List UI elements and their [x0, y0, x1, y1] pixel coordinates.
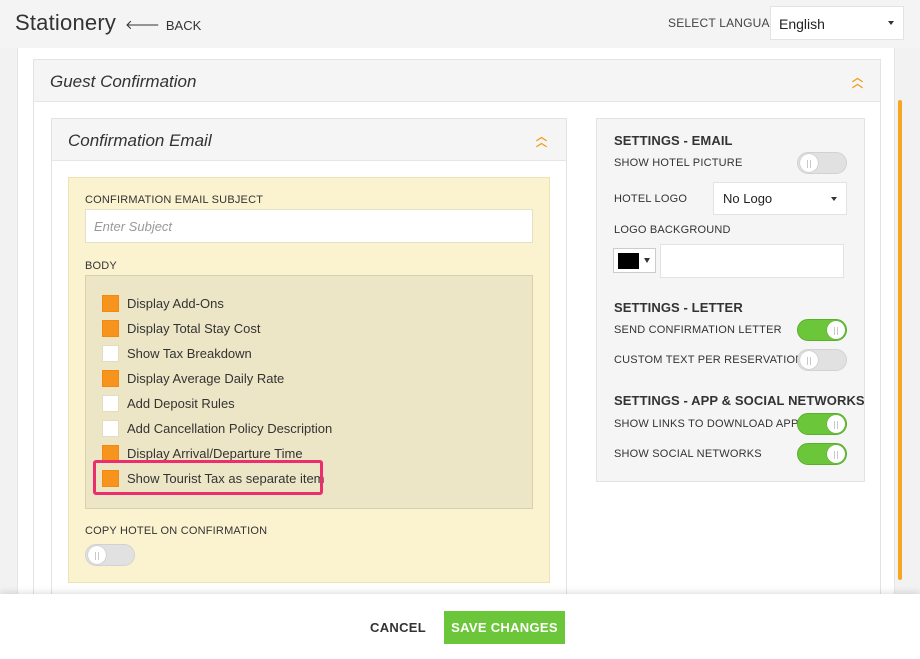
checkbox[interactable] [102, 444, 119, 462]
hotel-logo-label: HOTEL LOGO [614, 193, 688, 205]
back-button[interactable]: 🡐 BACK [125, 17, 201, 33]
option-label: Add Deposit Rules [127, 395, 235, 411]
send-confirmation-letter-toggle[interactable] [797, 319, 847, 341]
checkbox[interactable] [102, 419, 119, 437]
chevron-down-icon [831, 197, 837, 201]
color-picker[interactable] [613, 248, 656, 273]
option-label: Display Total Stay Cost [127, 320, 261, 336]
confirmation-email-title: Confirmation Email [68, 131, 212, 150]
show-links-app-toggle[interactable] [797, 413, 847, 435]
toggle-knob [88, 546, 106, 564]
option-display-total-stay-cost[interactable]: Display Total Stay Cost [102, 319, 260, 337]
option-label: Display Arrival/Departure Time [127, 445, 303, 461]
option-show-tax-breakdown[interactable]: Show Tax Breakdown [102, 344, 252, 362]
subject-label: CONFIRMATION EMAIL SUBJECT [85, 194, 264, 206]
hotel-logo-select[interactable]: No Logo [713, 182, 847, 215]
logo-background-label: LOGO BACKGROUND [614, 224, 731, 236]
settings-app-heading: SETTINGS - APP & SOCIAL NETWORKS [614, 393, 865, 408]
custom-text-toggle[interactable] [797, 349, 847, 371]
toggle-knob [827, 415, 845, 433]
show-links-app-label: SHOW LINKS TO DOWNLOAD APP [614, 418, 799, 430]
language-select[interactable]: English [770, 6, 904, 40]
back-label: BACK [165, 17, 202, 33]
toggle-knob [827, 321, 845, 339]
settings-email-heading: SETTINGS - EMAIL [614, 133, 733, 148]
confirmation-email-header[interactable]: Confirmation Email ︿ ︿ [52, 119, 566, 161]
option-label: Show Tax Breakdown [127, 345, 252, 361]
footer-bar: CANCEL SAVE CHANGES [0, 594, 920, 659]
save-changes-button[interactable]: SAVE CHANGES [444, 611, 565, 644]
send-confirmation-letter-label: SEND CONFIRMATION LETTER [614, 324, 782, 336]
subject-input[interactable]: Enter Subject [85, 209, 533, 243]
scrollbar[interactable] [898, 100, 902, 580]
checkbox[interactable] [102, 394, 119, 412]
settings-letter-heading: SETTINGS - LETTER [614, 300, 743, 315]
option-display-average-daily-rate[interactable]: Display Average Daily Rate [102, 369, 284, 387]
checkbox[interactable] [102, 344, 119, 362]
page-title: Stationery [15, 10, 117, 35]
option-add-cancellation-policy[interactable]: Add Cancellation Policy Description [102, 419, 332, 437]
language-value: English [779, 16, 825, 32]
collapse-icon[interactable]: ︿ ︿ [852, 73, 863, 90]
show-hotel-picture-label: SHOW HOTEL PICTURE [614, 157, 743, 169]
option-add-deposit-rules[interactable]: Add Deposit Rules [102, 394, 235, 412]
option-label: Display Add-Ons [127, 295, 224, 311]
arrow-left-icon: 🡐 [125, 17, 160, 32]
chevron-down-icon [888, 21, 894, 25]
color-swatch [618, 253, 639, 269]
toggle-knob [827, 445, 845, 463]
toggle-knob [800, 154, 818, 172]
highlight-box [93, 460, 323, 495]
subject-placeholder: Enter Subject [94, 219, 173, 234]
top-bar: Stationery 🡐 BACK SELECT LANGUAGE Englis… [0, 0, 920, 48]
show-social-toggle[interactable] [797, 443, 847, 465]
body-label: BODY [85, 260, 117, 272]
chevron-down-icon [644, 258, 650, 263]
guest-confirmation-title: Guest Confirmation [50, 72, 197, 91]
option-label: Display Average Daily Rate [127, 370, 285, 386]
checkbox[interactable] [102, 319, 119, 337]
option-label: Add Cancellation Policy Description [127, 420, 333, 436]
custom-text-label: CUSTOM TEXT PER RESERVATION [614, 354, 804, 366]
copy-hotel-toggle[interactable] [85, 544, 135, 566]
hotel-logo-value: No Logo [723, 191, 773, 206]
option-display-add-ons[interactable]: Display Add-Ons [102, 294, 224, 312]
color-value-input[interactable] [660, 244, 844, 278]
checkbox[interactable] [102, 369, 119, 387]
show-social-label: SHOW SOCIAL NETWORKS [614, 448, 762, 460]
copy-hotel-label: COPY HOTEL ON CONFIRMATION [85, 525, 268, 537]
guest-confirmation-header[interactable]: Guest Confirmation ︿ ︿ [34, 60, 880, 102]
show-hotel-picture-toggle[interactable] [797, 152, 847, 174]
toggle-knob [800, 351, 818, 369]
checkbox[interactable] [102, 294, 119, 312]
cancel-button[interactable]: CANCEL [370, 620, 426, 635]
collapse-icon[interactable]: ︿ ︿ [536, 132, 547, 149]
